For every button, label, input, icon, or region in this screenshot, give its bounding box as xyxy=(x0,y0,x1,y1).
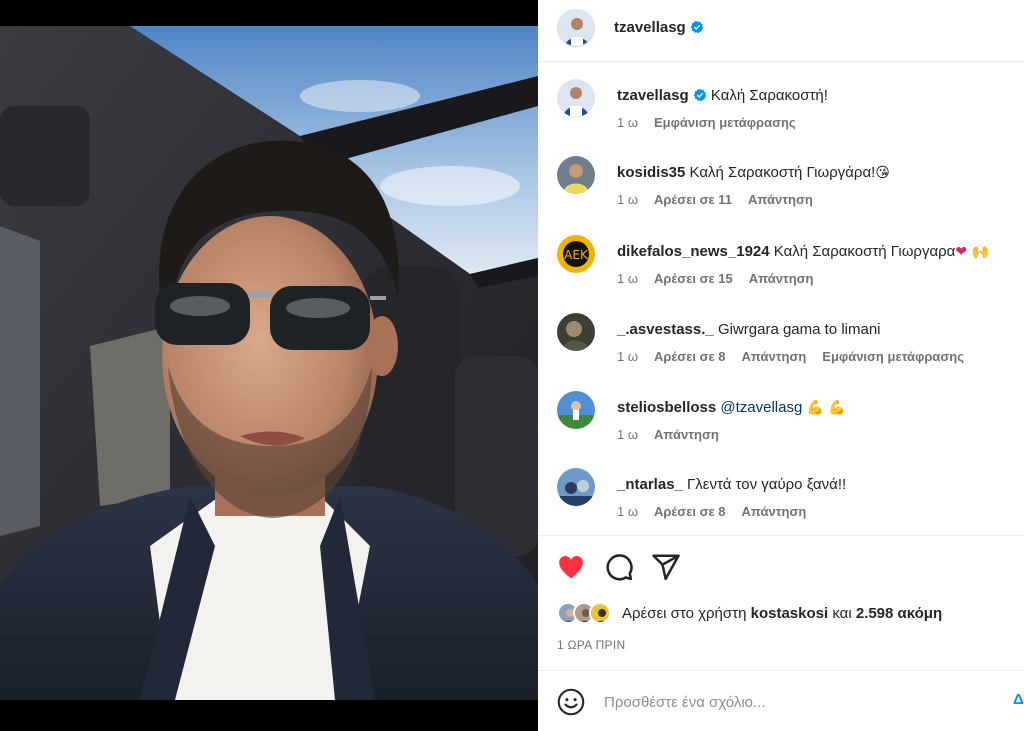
post-side-panel: tzavellasg tzavellasg Καλή Σαρακοστή! 1 … xyxy=(538,0,1024,731)
post-time-ago[interactable]: 1 ΩΡΑ ΠΡΙΝ xyxy=(557,638,625,652)
likes-prefix: Αρέσει στο χρήστη xyxy=(622,605,747,622)
caption-meta: 1 ω Εμφάνιση μετάφρασης xyxy=(617,115,812,130)
post-media-panel xyxy=(0,0,538,731)
comment-time[interactable]: 1 ω xyxy=(617,504,638,519)
kiss-emoji: 😘 xyxy=(875,165,890,181)
comment-icon[interactable] xyxy=(604,552,634,582)
see-translation-button[interactable]: Εμφάνιση μετάφρασης xyxy=(822,349,964,364)
comment-line: steliosbelloss @tzavellasg 💪 💪 xyxy=(617,399,846,416)
comment-text: Καλή Σαρακοστή Γιωργαρα xyxy=(773,243,956,260)
comment-meta: 1 ω Αρέσει σε 8 Απάντηση Εμφάνιση μετάφραση… xyxy=(617,349,980,364)
verified-badge-icon xyxy=(690,20,704,34)
caption-text: Καλή Σαρακοστή! xyxy=(710,87,828,104)
comment-text: Γλεντά τον γαύρο ξανά!! xyxy=(687,476,847,493)
comments-list[interactable]: tzavellasg Καλή Σαρακοστή! 1 ω Εμφάνιση μ… xyxy=(538,63,1024,535)
commenter-avatar[interactable] xyxy=(557,391,595,429)
post-actions: Αρέσει στο χρήστη kostaskosi και 2.598 α… xyxy=(538,535,1024,671)
comment-time[interactable]: 1 ω xyxy=(617,427,638,442)
comment-likes[interactable]: Αρέσει σε 15 xyxy=(654,271,733,286)
likes-text: Αρέσει στο χρήστη kostaskosi και 2.598 α… xyxy=(622,605,942,622)
comment-text: Giwrgara gama to limani xyxy=(717,321,881,338)
comment-likes[interactable]: Αρέσει σε 11 xyxy=(654,192,732,207)
verified-badge-icon xyxy=(693,88,707,102)
svg-text:ΑΕΚ: ΑΕΚ xyxy=(564,248,589,262)
comment-likes[interactable]: Αρέσει σε 8 xyxy=(654,349,726,364)
comment-input[interactable] xyxy=(604,691,994,713)
commenter-avatar[interactable]: ΑΕΚ xyxy=(557,235,595,273)
author-username[interactable]: tzavellasg xyxy=(614,19,704,36)
caption-line: tzavellasg Καλή Σαρακοστή! xyxy=(617,87,828,104)
see-translation-button[interactable]: Εμφάνιση μετάφρασης xyxy=(654,115,796,130)
comment-line: _.asvestass._ Giwrgara gama to limani xyxy=(617,321,881,338)
commenter-avatar[interactable] xyxy=(557,468,595,506)
likes-and: και xyxy=(832,605,852,622)
liker-avatar[interactable] xyxy=(589,602,611,624)
heart-hands-emoji: ❤ 🙌 xyxy=(955,244,989,260)
reply-button[interactable]: Απάντηση xyxy=(742,349,807,364)
post-header: tzavellasg xyxy=(538,0,1024,62)
share-icon[interactable] xyxy=(651,552,681,582)
comment-time[interactable]: 1 ω xyxy=(617,349,638,364)
comment-line: dikefalos_news_1924 Καλή Σαρακοστή Γιωργ… xyxy=(617,243,989,260)
flexed-biceps-emoji: 💪 💪 xyxy=(806,400,846,416)
reply-button[interactable]: Απάντηση xyxy=(749,271,814,286)
smile-icon[interactable] xyxy=(557,688,585,716)
post-photo[interactable] xyxy=(0,26,538,700)
comment-time[interactable]: 1 ω xyxy=(617,271,638,286)
comment-username[interactable]: _.asvestass._ xyxy=(617,321,714,338)
author-avatar[interactable] xyxy=(557,79,595,117)
add-comment-bar: Δ xyxy=(538,672,1024,731)
comment-meta: 1 ω Αρέσει σε 15 Απάντηση xyxy=(617,271,830,286)
comment-text: Καλή Σαρακοστή Γιωργάρα! xyxy=(689,164,876,181)
likes-count-link[interactable]: 2.598 ακόμη xyxy=(856,605,942,622)
post-comment-button[interactable]: Δ xyxy=(1013,691,1024,708)
comment-mention[interactable]: @tzavellasg xyxy=(720,399,802,416)
comment-time[interactable]: 1 ω xyxy=(617,192,638,207)
author-avatar[interactable] xyxy=(557,9,595,47)
comment-meta: 1 ω Αρέσει σε 8 Απάντηση xyxy=(617,504,822,519)
likes-summary: Αρέσει στο χρήστη kostaskosi και 2.598 α… xyxy=(557,600,1017,626)
comment-line: _ntarlas_ Γλεντά τον γαύρο ξανά!! xyxy=(617,476,846,493)
comment-likes[interactable]: Αρέσει σε 8 xyxy=(654,504,726,519)
selfie-image xyxy=(0,26,538,700)
reply-button[interactable]: Απάντηση xyxy=(742,504,807,519)
comment-line: kosidis35 Καλή Σαρακοστή Γιωργάρα!😘 xyxy=(617,164,890,181)
commenter-avatar[interactable] xyxy=(557,156,595,194)
comment-username[interactable]: steliosbelloss xyxy=(617,399,716,416)
comment-meta: 1 ω Αρέσει σε 11 Απάντηση xyxy=(617,192,829,207)
reply-button[interactable]: Απάντηση xyxy=(654,427,719,442)
heart-icon[interactable] xyxy=(556,552,586,582)
comment-username[interactable]: dikefalos_news_1924 xyxy=(617,243,770,260)
reply-button[interactable]: Απάντηση xyxy=(748,192,813,207)
comment-meta: 1 ω Απάντηση xyxy=(617,427,735,442)
commenter-avatar[interactable] xyxy=(557,313,595,351)
likes-user-link[interactable]: kostaskosi xyxy=(751,605,829,622)
comment-username[interactable]: _ntarlas_ xyxy=(617,476,683,493)
author-username-text[interactable]: tzavellasg xyxy=(614,19,686,36)
comment-username[interactable]: kosidis35 xyxy=(617,164,685,181)
caption-username[interactable]: tzavellasg xyxy=(617,87,689,104)
caption-time[interactable]: 1 ω xyxy=(617,115,638,130)
